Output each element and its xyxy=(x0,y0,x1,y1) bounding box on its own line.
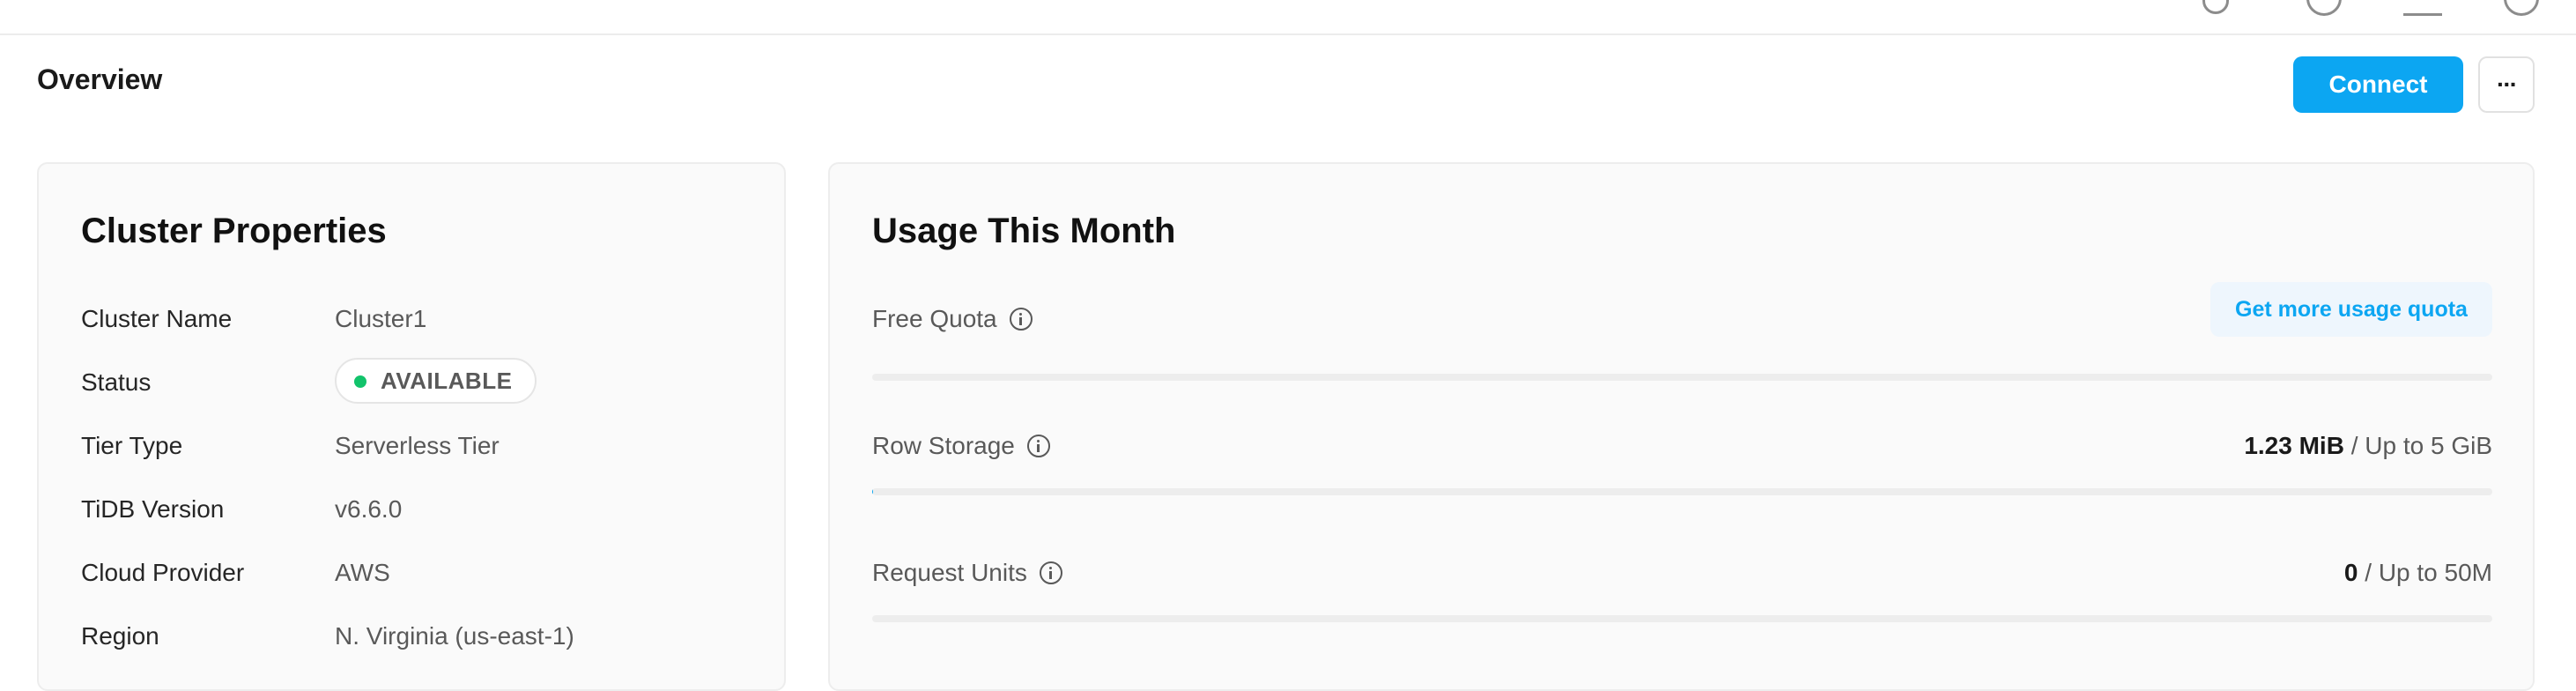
more-icon: ··· xyxy=(2497,71,2516,99)
free-quota-progress-bar xyxy=(872,374,2492,381)
property-label: Status xyxy=(81,368,151,397)
info-icon[interactable] xyxy=(1010,308,1033,331)
top-navigation-bar xyxy=(0,0,2576,35)
request-units-label-text: Request Units xyxy=(872,559,1027,587)
cluster-properties-card: Cluster Properties Cluster Name Cluster1… xyxy=(37,162,786,691)
tier-type-value: Serverless Tier xyxy=(335,432,500,460)
property-row-cloud-provider: Cloud Provider AWS xyxy=(81,559,751,594)
info-icon[interactable] xyxy=(1027,435,1050,457)
row-storage-limit: / Up to 5 GiB xyxy=(2344,432,2492,459)
row-storage-label-text: Row Storage xyxy=(872,432,1015,460)
page-title: Overview xyxy=(37,63,162,96)
docs-icon[interactable] xyxy=(2403,0,2442,16)
property-label: Cloud Provider xyxy=(81,559,244,587)
request-units-value: 0 / Up to 50M xyxy=(2344,559,2492,587)
region-value: N. Virginia (us-east-1) xyxy=(335,622,574,650)
user-avatar-icon[interactable] xyxy=(2504,0,2539,16)
property-label: Tier Type xyxy=(81,432,182,460)
property-row-cluster-name: Cluster Name Cluster1 xyxy=(81,305,751,340)
row-storage-label: Row Storage xyxy=(872,432,1050,460)
get-more-usage-quota-button[interactable]: Get more usage quota xyxy=(2210,282,2492,337)
more-options-button[interactable]: ··· xyxy=(2478,56,2535,113)
usage-this-month-card: Usage This Month Free Quota Get more usa… xyxy=(828,162,2535,691)
search-icon[interactable] xyxy=(2202,0,2229,14)
row-storage-value: 1.23 MiB / Up to 5 GiB xyxy=(2244,432,2492,460)
property-row-status: Status AVAILABLE xyxy=(81,368,751,404)
status-text: AVAILABLE xyxy=(381,368,512,395)
row-storage-used: 1.23 MiB xyxy=(2244,432,2344,459)
request-units-label: Request Units xyxy=(872,559,1062,587)
connect-button[interactable]: Connect xyxy=(2293,56,2463,113)
cloud-provider-value: AWS xyxy=(335,559,390,587)
property-label: Region xyxy=(81,622,159,650)
request-units-used: 0 xyxy=(2344,559,2358,586)
property-label: TiDB Version xyxy=(81,495,224,524)
property-label: Cluster Name xyxy=(81,305,232,333)
row-storage-progress-bar xyxy=(872,488,2492,495)
cluster-name-value: Cluster1 xyxy=(335,305,426,333)
free-quota-label-text: Free Quota xyxy=(872,305,997,333)
property-row-tidb-version: TiDB Version v6.6.0 xyxy=(81,495,751,531)
property-row-region: Region N. Virginia (us-east-1) xyxy=(81,622,751,658)
property-row-tier-type: Tier Type Serverless Tier xyxy=(81,432,751,467)
help-icon[interactable] xyxy=(2306,0,2342,16)
info-icon[interactable] xyxy=(1040,561,1062,584)
status-badge: AVAILABLE xyxy=(335,358,537,404)
cluster-properties-title: Cluster Properties xyxy=(81,212,387,251)
usage-title: Usage This Month xyxy=(872,212,1175,251)
request-units-progress-bar xyxy=(872,615,2492,622)
tidb-version-value: v6.6.0 xyxy=(335,495,402,524)
free-quota-label: Free Quota xyxy=(872,305,1033,333)
request-units-limit: / Up to 50M xyxy=(2358,559,2492,586)
page-header: Overview Connect ··· xyxy=(0,37,2576,166)
status-dot-icon xyxy=(354,375,366,388)
